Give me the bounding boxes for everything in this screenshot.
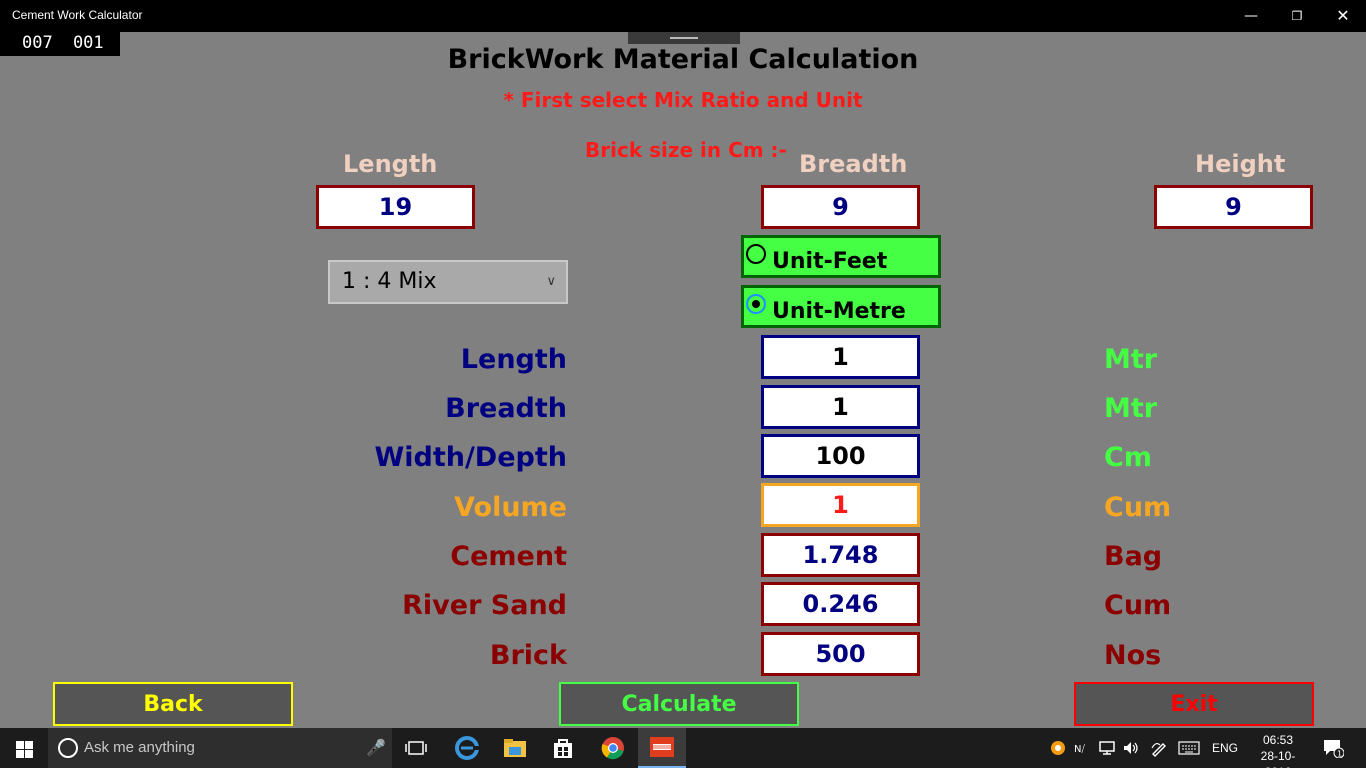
cement-unit: Bag xyxy=(1104,541,1163,572)
breadth-unit: Mtr xyxy=(1104,393,1158,424)
microphone-icon[interactable]: 🎤 xyxy=(366,738,386,757)
network-icon[interactable] xyxy=(1098,728,1116,768)
touch-keyboard-icon[interactable] xyxy=(1178,728,1200,768)
brick-height-input[interactable]: 9 xyxy=(1154,185,1313,229)
mix-ratio-value: 1 : 4 Mix xyxy=(342,269,437,294)
back-button[interactable]: Back xyxy=(53,682,293,726)
search-placeholder: Ask me anything xyxy=(84,739,195,756)
volume-output: 1 xyxy=(761,483,920,527)
brick-length-label: Length xyxy=(343,150,438,178)
volume-label: Volume xyxy=(454,492,567,523)
brick-breadth-label: Breadth xyxy=(799,150,908,178)
radio-checked-icon xyxy=(746,294,766,314)
volume-unit: Cum xyxy=(1104,492,1172,523)
exit-button[interactable]: Exit xyxy=(1074,682,1314,726)
river-sand-label: River Sand xyxy=(402,590,567,621)
volume-icon[interactable] xyxy=(1122,728,1140,768)
unit-feet-label: Unit-Feet xyxy=(772,249,888,274)
clock[interactable]: 06:53 28-10-2016 xyxy=(1248,732,1308,768)
brick-label: Brick xyxy=(489,640,567,671)
clock-date: 28-10-2016 xyxy=(1260,749,1296,768)
cement-output: 1.748 xyxy=(761,533,920,577)
unit-feet-radio[interactable]: Unit-Feet xyxy=(741,235,941,278)
river-sand-output: 0.246 xyxy=(761,582,920,626)
close-icon[interactable]: ✕ xyxy=(1320,0,1366,32)
store-icon[interactable] xyxy=(539,728,587,768)
windows-start-icon[interactable] xyxy=(0,728,48,768)
chevron-down-icon: ∨ xyxy=(546,274,556,289)
window-title: Cement Work Calculator xyxy=(12,8,143,22)
cortana-icon xyxy=(58,738,78,758)
minimize-icon[interactable]: — xyxy=(1228,0,1274,32)
unit-metre-radio[interactable]: Unit-Metre xyxy=(741,285,941,328)
brick-size-heading: Brick size in Cm :- xyxy=(585,138,787,162)
cement-calculator-app-icon[interactable] xyxy=(638,728,686,768)
brick-output: 500 xyxy=(761,632,920,676)
title-bar: Cement Work Calculator — ❐ ✕ xyxy=(0,0,1366,32)
mix-ratio-dropdown[interactable]: 1 : 4 Mix ∨ xyxy=(328,260,568,304)
width-depth-input[interactable]: 100 xyxy=(761,434,920,478)
pen-workspace-icon[interactable] xyxy=(1150,728,1168,768)
restore-icon[interactable]: ❐ xyxy=(1274,0,1320,32)
nx-icon[interactable]: N⧸ xyxy=(1074,728,1092,768)
edge-browser-icon[interactable] xyxy=(443,728,491,768)
overflow-app-icon[interactable] xyxy=(1050,728,1066,768)
file-explorer-icon[interactable] xyxy=(491,728,539,768)
unit-metre-label: Unit-Metre xyxy=(772,299,906,324)
length-label: Length xyxy=(460,344,567,375)
notification-count: 1 xyxy=(1337,750,1342,759)
length-input[interactable]: 1 xyxy=(761,335,920,379)
taskbar: Ask me anything 🎤 N⧸ ENG 06:53 28-10-201… xyxy=(0,728,1366,768)
search-box[interactable]: Ask me anything 🎤 xyxy=(48,728,392,768)
length-unit: Mtr xyxy=(1104,344,1158,375)
brick-unit: Nos xyxy=(1104,640,1162,671)
breadth-label: Breadth xyxy=(445,393,567,424)
river-sand-unit: Cum xyxy=(1104,590,1172,621)
width-depth-unit: Cm xyxy=(1104,442,1152,473)
radio-unchecked-icon xyxy=(746,244,766,264)
page-title: BrickWork Material Calculation xyxy=(447,44,919,75)
clock-time: 06:53 xyxy=(1262,733,1294,747)
breadth-input[interactable]: 1 xyxy=(761,385,920,429)
calculate-button[interactable]: Calculate xyxy=(559,682,799,726)
brick-breadth-input[interactable]: 9 xyxy=(761,185,920,229)
language-indicator[interactable]: ENG xyxy=(1212,728,1238,768)
task-view-icon[interactable] xyxy=(392,728,440,768)
brick-length-input[interactable]: 19 xyxy=(316,185,475,229)
cement-label: Cement xyxy=(450,541,567,572)
title-bar-grip[interactable] xyxy=(628,32,740,44)
svg-text:N⧸: N⧸ xyxy=(1074,744,1085,755)
brick-height-label: Height xyxy=(1195,150,1286,178)
chrome-icon[interactable] xyxy=(589,728,637,768)
action-center-icon[interactable]: 1 xyxy=(1322,728,1344,768)
width-depth-label: Width/Depth xyxy=(374,442,567,473)
instruction-text: * First select Mix Ratio and Unit xyxy=(503,88,863,112)
